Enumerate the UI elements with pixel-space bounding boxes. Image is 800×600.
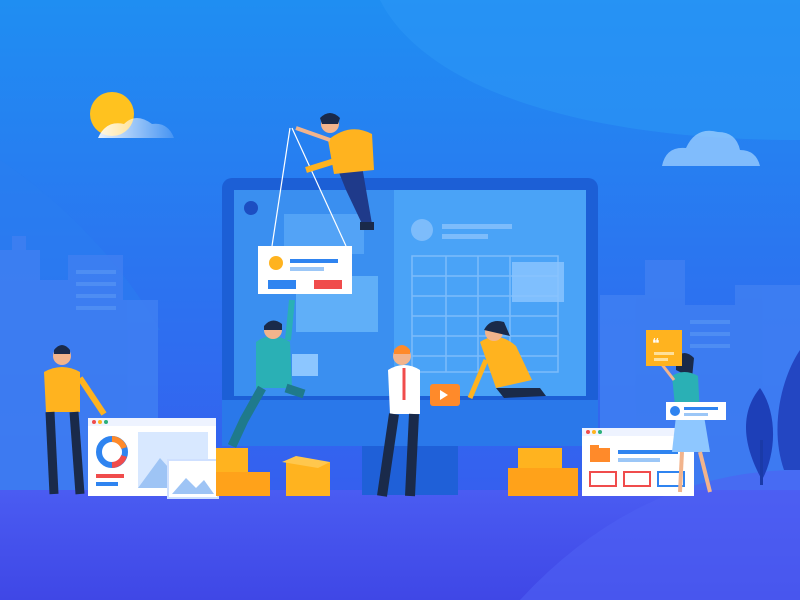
profile-card xyxy=(666,402,726,420)
camera-dot xyxy=(244,201,258,215)
svg-text:❝: ❝ xyxy=(652,335,660,351)
illustration: ❝ xyxy=(0,0,800,600)
image-icon xyxy=(167,459,219,499)
quote-icon: ❝ xyxy=(646,330,682,366)
